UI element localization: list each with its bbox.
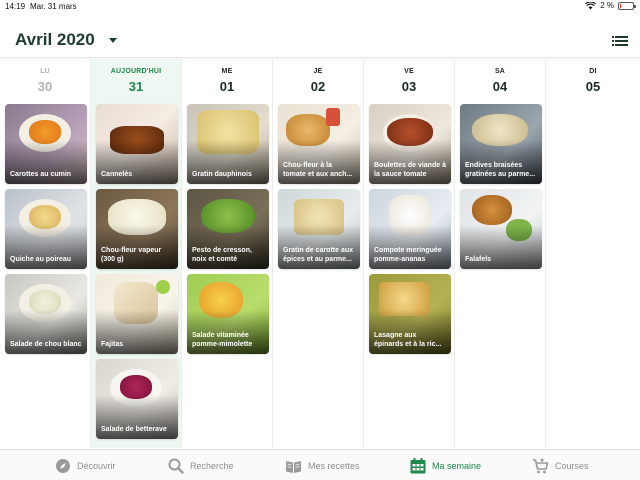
- recipe-title: Cannelés: [101, 171, 133, 178]
- compass-icon: [56, 459, 70, 473]
- recipe-title: Salade vitaminée pomme-mimolette: [192, 332, 253, 348]
- recipe-card[interactable]: Endives braisées gratinées au parme...: [460, 104, 542, 184]
- recipe-title: Carottes au cumin: [10, 171, 72, 178]
- day-column-ve: VE 03 Boulettes de viande à la sauce tom…: [364, 59, 455, 448]
- recipe-card[interactable]: Fajitas: [96, 274, 178, 354]
- day-number: 04: [492, 79, 508, 94]
- book-icon: [286, 460, 301, 473]
- recipe-title: Compote meringuée pomme-ananas: [374, 247, 442, 263]
- day-name: LU: [40, 68, 50, 75]
- recipe-title: Chou-fleur vapeur (300 g): [101, 247, 162, 263]
- battery-percent: 2 %: [600, 1, 614, 10]
- recipe-title: Fajitas: [101, 341, 124, 348]
- recipe-title: Chou-fleur à la tomate et aux anch...: [283, 162, 353, 178]
- list-view-icon[interactable]: [612, 36, 628, 46]
- recipe-card[interactable]: Chou-fleur à la tomate et aux anch...: [278, 104, 360, 184]
- recipe-card[interactable]: Compote meringuée pomme-ananas: [369, 189, 451, 269]
- recipe-title: Quiche au poireau: [10, 256, 72, 263]
- recipe-title: Salade de chou blanc: [10, 341, 82, 348]
- status-right: 2 %: [585, 1, 636, 10]
- recipe-card[interactable]: Carottes au cumin: [5, 104, 87, 184]
- day-number: 02: [310, 79, 326, 94]
- day-column-today: AUJOURD'HUI 31 Cannelés Chou-fleur vapeu…: [91, 59, 182, 448]
- recipe-card[interactable]: Chou-fleur vapeur (300 g): [96, 189, 178, 269]
- week-calendar: LU 30 Carottes au cumin Quiche au poirea…: [0, 59, 640, 448]
- recipe-title: Gratin dauphinois: [192, 171, 252, 178]
- recipe-title: Endives braisées gratinées au parme...: [465, 162, 536, 178]
- day-number: 05: [585, 79, 601, 94]
- wifi-icon: [585, 1, 597, 9]
- recipe-card[interactable]: Lasagne aux épinards et à la ric...: [369, 274, 451, 354]
- day-column-me: ME 01 Gratin dauphinois Pesto de cresson…: [182, 59, 273, 448]
- tab-decouvrir[interactable]: Découvrir: [55, 457, 116, 475]
- tab-label: Découvrir: [77, 461, 116, 471]
- search-icon: [168, 458, 184, 474]
- day-name: SA: [494, 68, 506, 75]
- month-title: Avril 2020: [15, 30, 95, 49]
- tab-mes-recettes[interactable]: Mes recettes: [285, 457, 360, 475]
- recipe-title: Gratin de carotte aux épices et au parme…: [283, 247, 354, 263]
- tab-label: Recherche: [190, 461, 234, 471]
- recipe-title: Pesto de cresson, noix et comté: [192, 247, 252, 263]
- calendar-icon: [410, 458, 426, 474]
- tab-label: Courses: [555, 461, 589, 471]
- recipe-card[interactable]: Pesto de cresson, noix et comté: [187, 189, 269, 269]
- tab-ma-semaine[interactable]: Ma semaine: [410, 457, 481, 475]
- battery-icon: [618, 1, 636, 10]
- recipe-title: Salade de betterave: [101, 426, 167, 433]
- app-header: Avril 2020: [0, 14, 640, 58]
- day-column-sa: SA 04 Endives braisées gratinées au parm…: [455, 59, 546, 448]
- recipe-card[interactable]: Salade de betterave: [96, 359, 178, 439]
- recipe-card[interactable]: Salade vitaminée pomme-mimolette: [187, 274, 269, 354]
- day-column-di: DI 05: [546, 59, 640, 448]
- cart-add-icon: [533, 458, 549, 474]
- status-bar: 14:19 Mar. 31 mars 2 %: [0, 0, 640, 14]
- day-number: 03: [401, 79, 417, 94]
- day-name: JE: [313, 68, 323, 75]
- recipe-card[interactable]: Falafels: [460, 189, 542, 269]
- chevron-down-icon: [108, 37, 117, 43]
- day-number: 30: [37, 79, 53, 94]
- tab-label: Mes recettes: [308, 461, 360, 471]
- month-selector[interactable]: Avril 2020: [15, 30, 117, 50]
- recipe-title: Boulettes de viande à la sauce tomate: [374, 162, 446, 178]
- status-date: Mar. 31 mars: [30, 2, 77, 11]
- status-time: 14:19: [5, 2, 26, 11]
- day-name: AUJOURD'HUI: [110, 68, 162, 75]
- day-column-lu: LU 30 Carottes au cumin Quiche au poirea…: [0, 59, 91, 448]
- recipe-title: Lasagne aux épinards et à la ric...: [374, 332, 442, 348]
- day-number: 01: [219, 79, 235, 94]
- day-number: 31: [128, 79, 144, 94]
- recipe-card[interactable]: Salade de chou blanc: [5, 274, 87, 354]
- bottom-tab-bar: Découvrir Recherche Mes recettes Ma sema…: [0, 449, 640, 480]
- tab-courses[interactable]: Courses: [532, 457, 589, 475]
- tab-label: Ma semaine: [432, 461, 482, 471]
- recipe-card[interactable]: Cannelés: [96, 104, 178, 184]
- day-column-je: JE 02 Chou-fleur à la tomate et aux anch…: [273, 59, 364, 448]
- recipe-card[interactable]: Boulettes de viande à la sauce tomate: [369, 104, 451, 184]
- recipe-card[interactable]: Quiche au poireau: [5, 189, 87, 269]
- recipe-card[interactable]: Gratin de carotte aux épices et au parme…: [278, 189, 360, 269]
- day-name: VE: [404, 68, 414, 75]
- recipe-card[interactable]: Gratin dauphinois: [187, 104, 269, 184]
- day-name: DI: [589, 68, 597, 75]
- tab-recherche[interactable]: Recherche: [168, 457, 234, 475]
- day-name: ME: [221, 68, 233, 75]
- recipe-title: Falafels: [465, 256, 492, 263]
